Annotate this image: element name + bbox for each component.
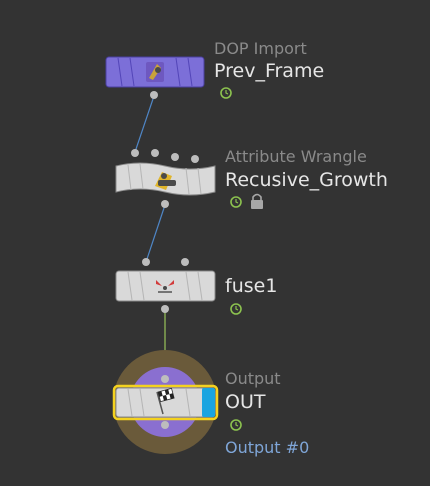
input-connector-3[interactable] <box>171 153 179 161</box>
node-type-label-dop-import: DOP Import <box>214 39 307 58</box>
node-fuse[interactable] <box>115 258 216 313</box>
wire-prev-to-wrangle[interactable] <box>134 95 155 153</box>
time-dependent-icon <box>220 87 232 99</box>
time-dependent-icon <box>230 303 242 315</box>
output-connector[interactable] <box>161 421 169 429</box>
dop-import-icon <box>146 62 164 82</box>
input-connector-1[interactable] <box>131 149 139 157</box>
node-name-label-output[interactable]: OUT <box>225 393 265 412</box>
node-dop-import[interactable] <box>105 56 205 99</box>
output-index-label: Output #0 <box>225 438 310 457</box>
node-name-label-fuse[interactable]: fuse1 <box>225 277 277 296</box>
input-connector[interactable] <box>142 258 150 266</box>
output-connector[interactable] <box>161 200 169 208</box>
node-output[interactable] <box>112 350 219 454</box>
node-name-label-attribute-wrangle[interactable]: Recusive_Growth <box>225 171 388 190</box>
node-name-label-dop-import[interactable]: Prev_Frame <box>214 62 324 81</box>
time-dependent-icon <box>230 419 242 431</box>
output-connector[interactable] <box>150 91 158 99</box>
input-connector-2[interactable] <box>181 258 189 266</box>
display-flag[interactable] <box>202 388 215 417</box>
wire-wrangle-to-fuse[interactable] <box>145 204 166 263</box>
input-connector-4[interactable] <box>191 155 199 163</box>
node-type-label-output: Output <box>225 369 281 388</box>
output-connector[interactable] <box>161 305 169 313</box>
time-dependent-icon <box>230 196 242 208</box>
node-type-label-attribute-wrangle: Attribute Wrangle <box>225 147 367 166</box>
input-connector[interactable] <box>161 375 169 383</box>
lock-icon <box>251 193 263 209</box>
node-attribute-wrangle[interactable] <box>115 149 216 208</box>
input-connector-2[interactable] <box>151 149 159 157</box>
